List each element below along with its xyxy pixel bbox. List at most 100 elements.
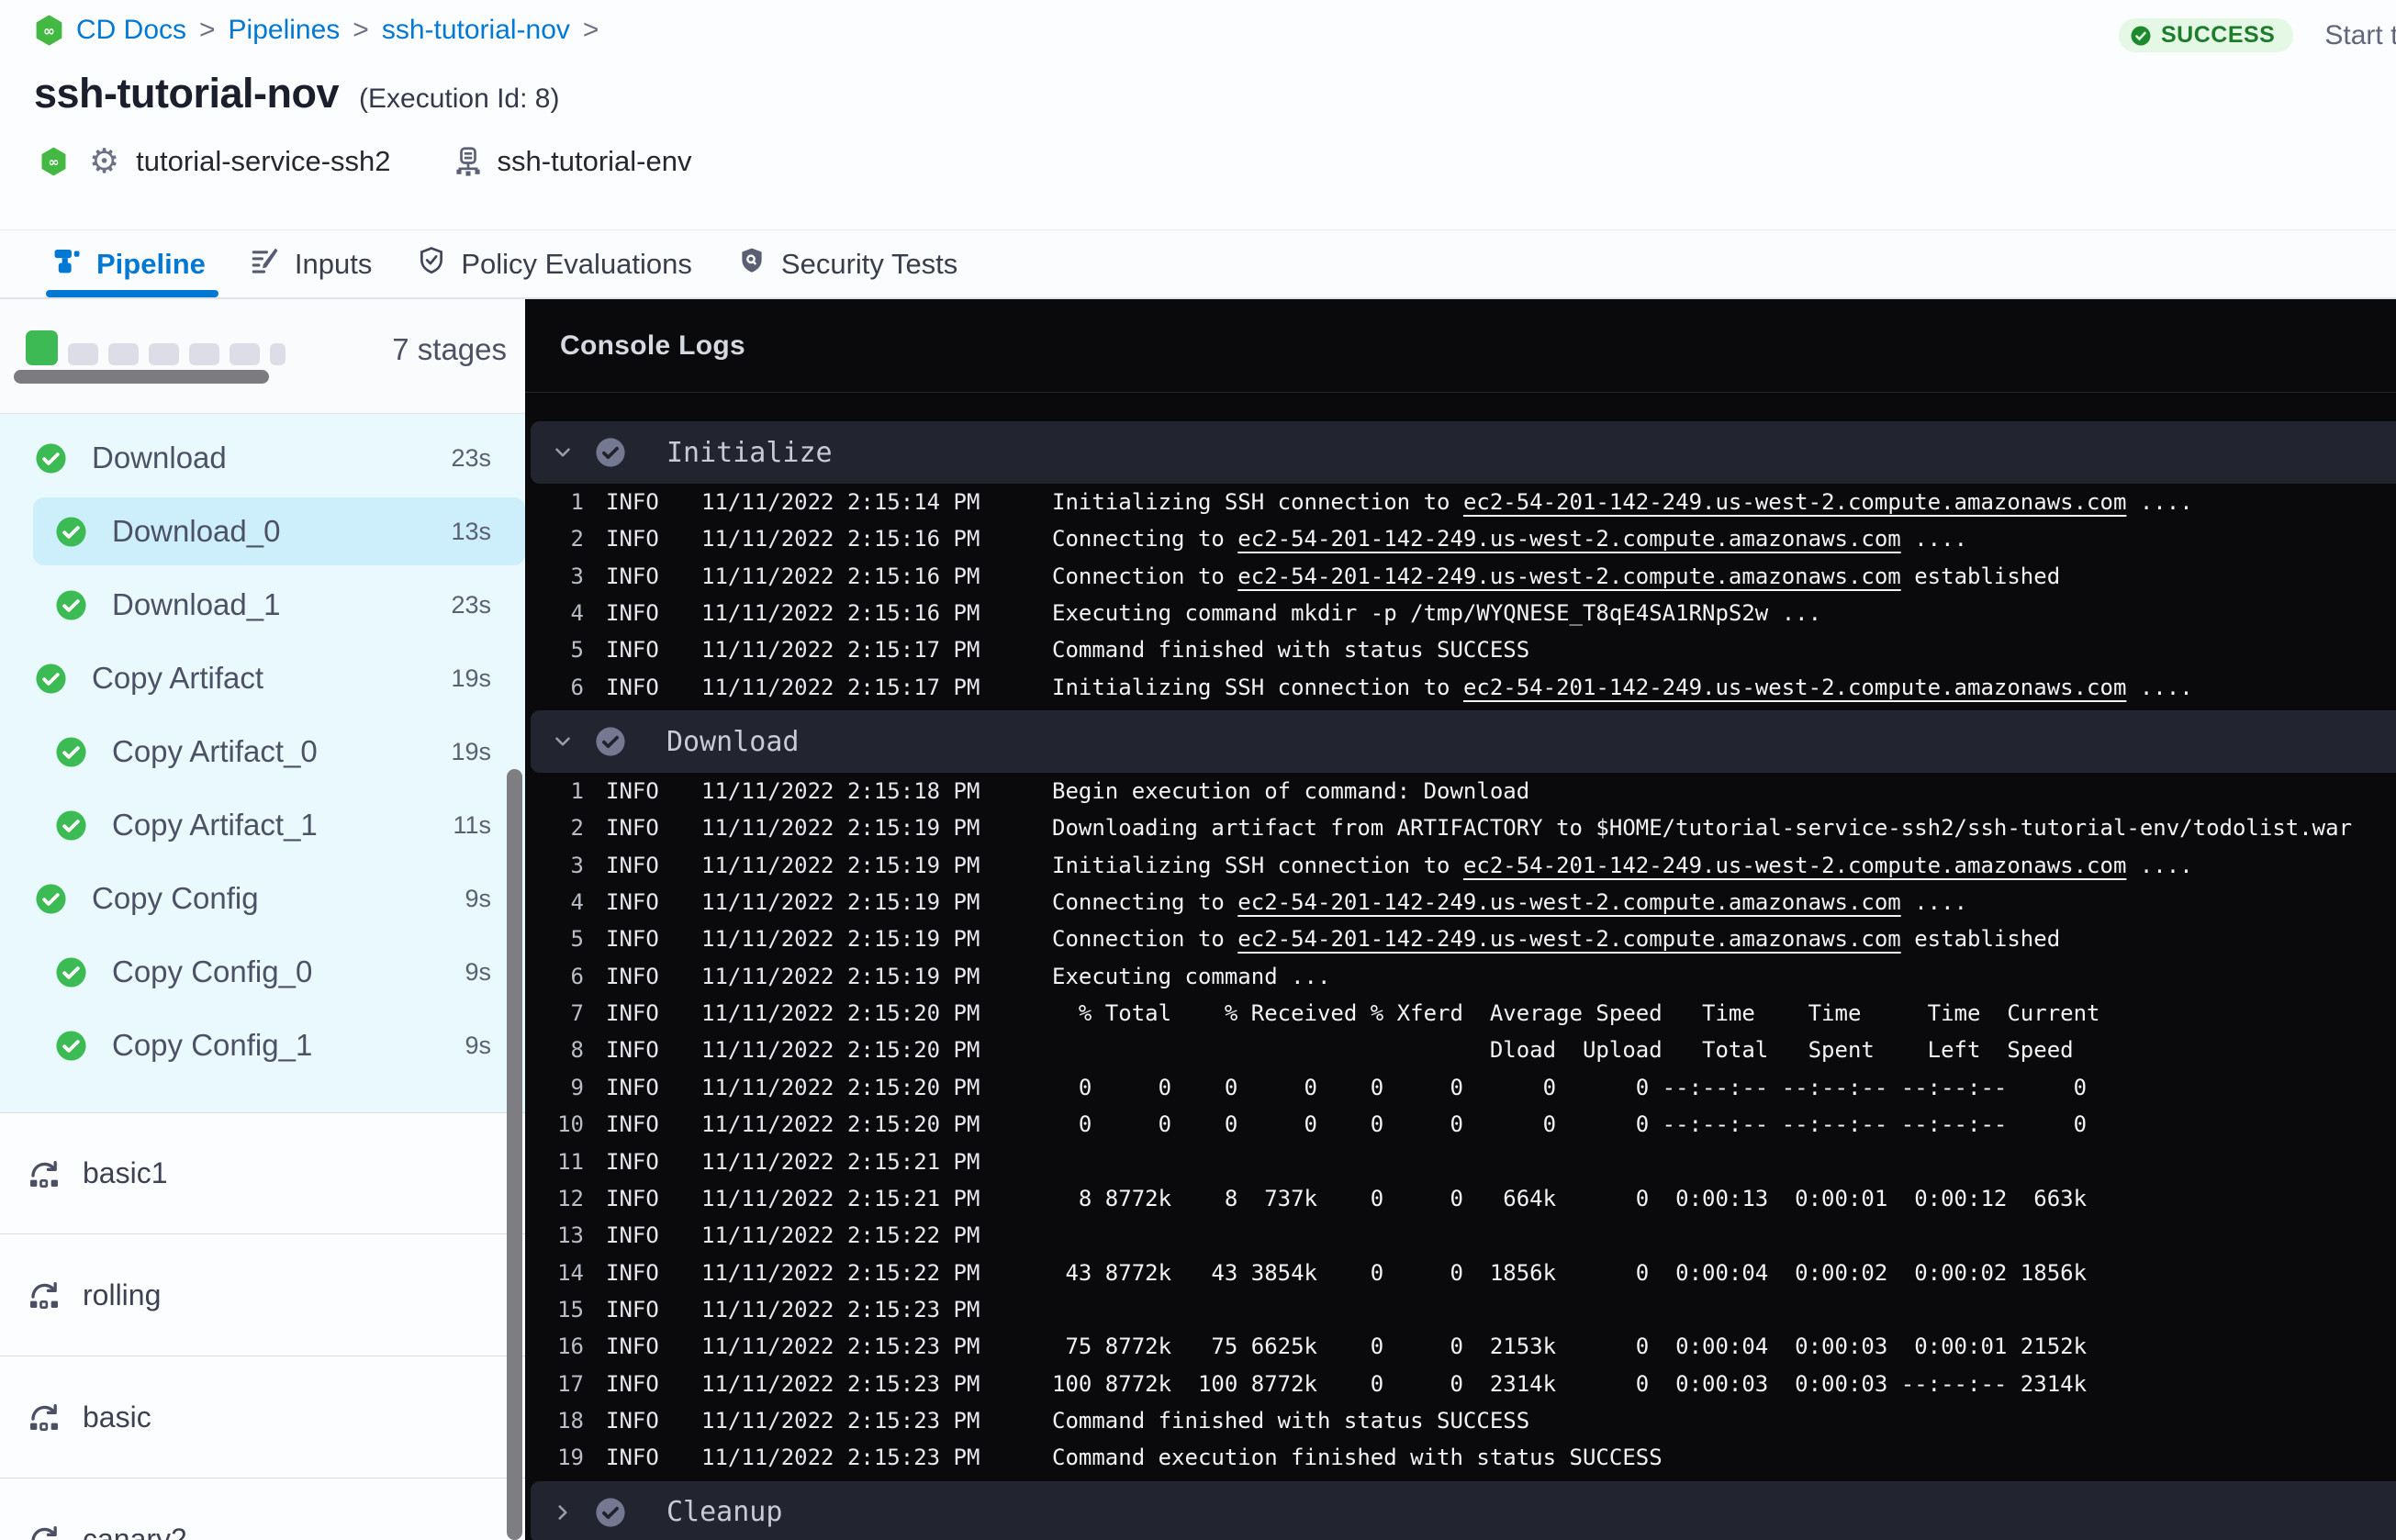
stage-row-copy-artifact-0[interactable]: Copy Artifact_0 19s (0, 715, 525, 788)
log-line-number: 4 (570, 889, 584, 916)
stage-progress-segment (108, 343, 139, 365)
svg-text:∞: ∞ (43, 23, 55, 39)
breadcrumb-link-pipelines[interactable]: Pipelines (229, 15, 341, 46)
log-link[interactable]: ec2-54-201-142-249.us-west-2.compute.ama… (1463, 853, 2126, 878)
log-line-number: 1 (570, 489, 584, 515)
app: ∞ CD Docs > Pipelines > ssh-tutorial-nov > SU… (0, 0, 2396, 1540)
breadcrumb-separator: > (199, 15, 216, 45)
stage-row-copy-config-0[interactable]: Copy Config_0 9s (0, 935, 525, 1009)
harness-logo-icon: ∞ (40, 147, 67, 176)
section-header-cleanup[interactable]: Cleanup (531, 1480, 2396, 1540)
pipeline-item-canary2[interactable]: canary2 (0, 1479, 525, 1540)
log-message: 0 0 0 0 0 0 0 0 --:--:-- --:--:-- --:--:… (1052, 1106, 2087, 1143)
log-level: INFO (606, 852, 659, 878)
log-link[interactable]: ec2-54-201-142-249.us-west-2.compute.ama… (1237, 526, 1900, 552)
log-timestamp: 11/11/2022 2:15:14 PM (701, 489, 980, 515)
tab-label: Inputs (294, 247, 373, 280)
stage-duration: 9s (465, 884, 491, 912)
stage-row-copy-config-1[interactable]: Copy Config_1 9s (0, 1009, 525, 1082)
pipeline-label: basic (83, 1400, 151, 1434)
pipeline-label: rolling (83, 1278, 162, 1311)
log-line-number: 3 (570, 563, 584, 589)
stage-progress-segment (230, 343, 260, 365)
log-line-number: 14 (557, 1259, 584, 1286)
log-link[interactable]: ec2-54-201-142-249.us-west-2.compute.ama… (1237, 926, 1900, 952)
log-message: Command finished with status SUCCESS (1052, 631, 1529, 668)
inputs-icon (250, 245, 281, 284)
log-line: 10 INFO 11/11/2022 2:15:20 PM 0 0 0 0 0 0 … (525, 1106, 2396, 1143)
log-level: INFO (606, 637, 659, 664)
section-header-initialize[interactable]: Initialize (531, 421, 2396, 484)
pipeline-item-basic[interactable]: basic (0, 1356, 525, 1479)
stage-label: Download (92, 441, 227, 474)
log-text: Connecting to (1052, 526, 1238, 552)
chevron-down-icon[interactable] (551, 730, 575, 753)
log-level: INFO (606, 526, 659, 552)
policy-icon (416, 245, 447, 284)
log-line: 18 INFO 11/11/2022 2:15:23 PM Command finis… (525, 1402, 2396, 1439)
log-text: established (1900, 926, 2061, 953)
environment-name[interactable]: ssh-tutorial-env (498, 145, 692, 178)
breadcrumb-link-ssh-tutorial-nov[interactable]: ssh-tutorial-nov (382, 15, 570, 46)
stage-row-download-0[interactable]: Download_0 13s (0, 495, 525, 568)
log-link[interactable]: ec2-54-201-142-249.us-west-2.compute.ama… (1463, 675, 2126, 700)
log-timestamp: 11/11/2022 2:15:18 PM (701, 778, 980, 805)
service-name[interactable]: tutorial-service-ssh2 (136, 145, 390, 178)
chevron-down-icon[interactable] (551, 441, 575, 464)
tab-inputs[interactable]: Inputs (250, 230, 372, 297)
log-line: 13 INFO 11/11/2022 2:15:22 PM (525, 1217, 2396, 1254)
log-line: 5 INFO 11/11/2022 2:15:19 PM Connection to … (525, 921, 2396, 957)
log-text: Connection to (1052, 563, 1238, 589)
log-text: 75 8772k 75 6625k 0 0 2153k 0 0:00:04 0:… (1052, 1334, 2088, 1360)
log-message: Dload Upload Total Spent Left Speed (1052, 1032, 2074, 1068)
stage-row-copy-artifact-1[interactable]: Copy Artifact_1 11s (0, 788, 525, 862)
log-text: Executing command mkdir -p /tmp/WYQNESE_… (1052, 600, 1822, 627)
log-timestamp: 11/11/2022 2:15:22 PM (701, 1259, 980, 1286)
stage-row-copy-config[interactable]: Copy Config 9s (0, 862, 525, 935)
chevron-right-icon[interactable] (551, 1501, 575, 1524)
sidebar: 7 stages Download 23s Download_0 13s Downloa… (0, 299, 525, 1540)
log-link[interactable]: ec2-54-201-142-249.us-west-2.compute.ama… (1237, 889, 1900, 915)
log-line-number: 5 (570, 926, 584, 953)
tab-policy-evaluations[interactable]: Policy Evaluations (416, 230, 692, 297)
log-line: 12 INFO 11/11/2022 2:15:21 PM 8 8772k 8 73… (525, 1180, 2396, 1217)
log-link[interactable]: ec2-54-201-142-249.us-west-2.compute.ama… (1463, 489, 2126, 515)
log-timestamp: 11/11/2022 2:15:23 PM (701, 1334, 980, 1360)
log-line-number: 6 (570, 674, 584, 700)
log-timestamp: 11/11/2022 2:15:23 PM (701, 1407, 980, 1434)
log-timestamp: 11/11/2022 2:15:20 PM (701, 1074, 980, 1100)
tab-security-tests[interactable]: Security Tests (736, 230, 957, 297)
section-header-download[interactable]: Download (531, 710, 2396, 774)
breadcrumb-link-cd-docs[interactable]: CD Docs (76, 15, 186, 46)
stage-row-download[interactable]: Download 23s (0, 421, 525, 495)
log-message: Connecting to ec2-54-201-142-249.us-west… (1052, 520, 1967, 557)
log-link[interactable]: ec2-54-201-142-249.us-west-2.compute.ama… (1237, 564, 1900, 589)
log-message: Begin execution of command: Download (1052, 773, 1529, 809)
pipeline-item-basic1[interactable]: basic1 (0, 1112, 525, 1234)
log-level: INFO (606, 1334, 659, 1360)
page-title: ssh-tutorial-nov (34, 70, 340, 117)
stage-label: Copy Config_1 (112, 1028, 313, 1062)
log-text: Initializing SSH connection to (1052, 674, 1463, 700)
pipeline-list: basic1 rolling basic canary2 (0, 1112, 525, 1540)
console-log: Initialize 1 INFO 11/11/2022 2:15:14 PM Init… (525, 393, 2396, 1540)
success-icon (35, 442, 67, 474)
stage-row-download-1[interactable]: Download_1 23s (0, 568, 525, 642)
log-timestamp: 11/11/2022 2:15:20 PM (701, 1111, 980, 1138)
tab-pipeline[interactable]: Pipeline (46, 230, 218, 297)
log-line-number: 12 (557, 1185, 584, 1211)
log-text: established (1900, 563, 2061, 589)
breadcrumb-separator: > (353, 15, 369, 45)
log-text: Command finished with status SUCCESS (1052, 637, 1530, 664)
log-message: Initializing SSH connection to ec2-54-20… (1052, 669, 2193, 706)
stage-row-copy-artifact[interactable]: Copy Artifact 19s (0, 642, 525, 715)
log-message: Connection to ec2-54-201-142-249.us-west… (1052, 921, 2060, 957)
log-line-number: 17 (557, 1370, 584, 1397)
vertical-scrollbar[interactable] (507, 769, 522, 1540)
horizontal-scrollbar[interactable] (14, 370, 269, 384)
pipeline-item-rolling[interactable]: rolling (0, 1234, 525, 1356)
stage-duration: 23s (451, 443, 491, 472)
log-text: Initializing SSH connection to (1052, 489, 1463, 515)
log-line-number: 5 (570, 637, 584, 664)
stage-progress (26, 330, 286, 365)
